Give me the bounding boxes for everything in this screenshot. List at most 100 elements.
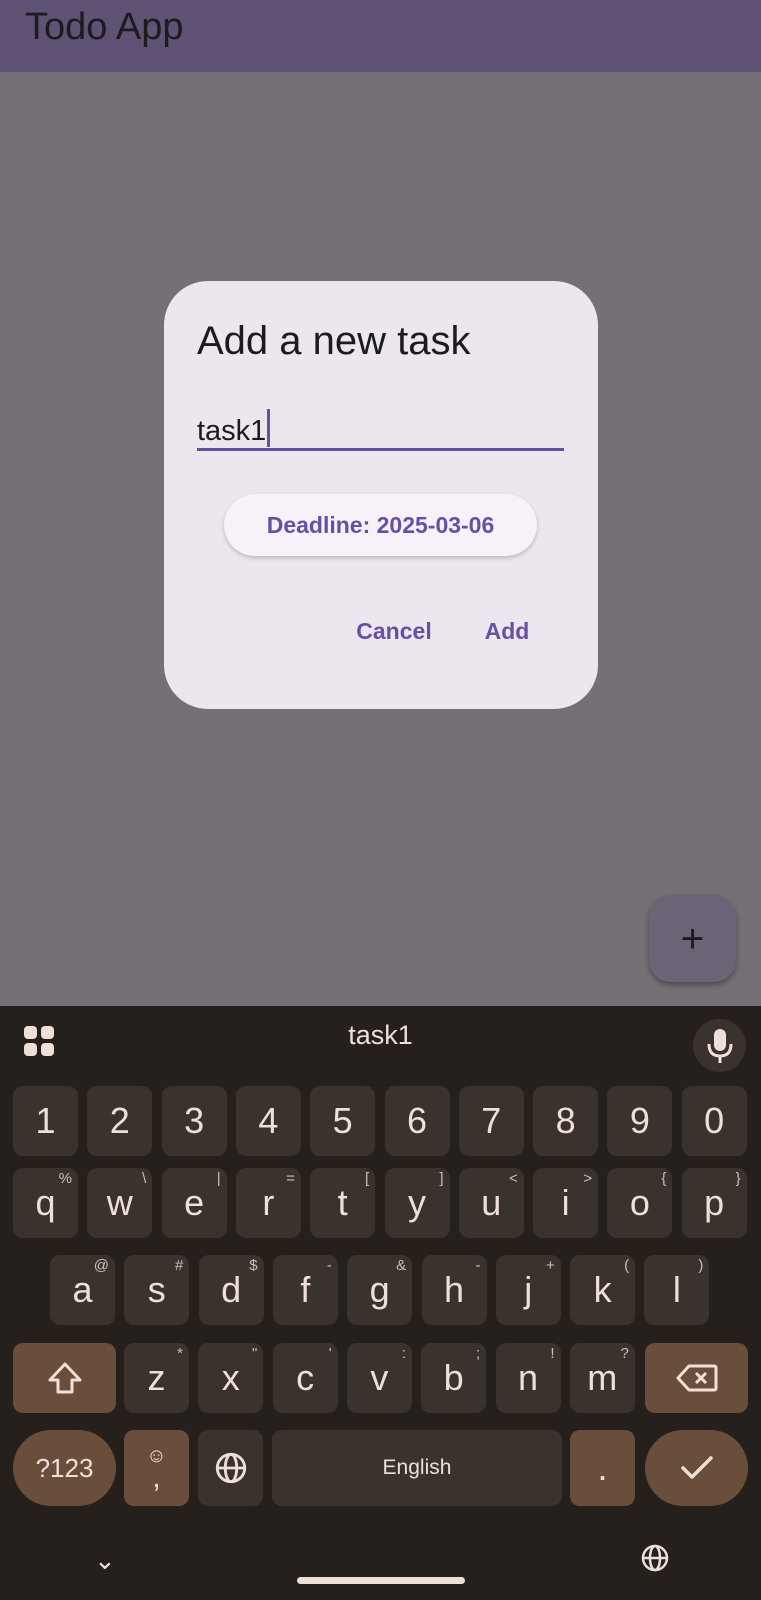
key-b-hint: ; — [476, 1345, 481, 1362]
key-r[interactable]: r = — [235, 1168, 301, 1238]
task-name-input[interactable]: task1 — [197, 401, 564, 451]
suggestion-chip[interactable]: task1 — [0, 1020, 761, 1051]
key-p-label: p — [704, 1182, 725, 1223]
key-l-label: l — [672, 1269, 681, 1310]
comma-key-label: , — [152, 1461, 161, 1494]
key-g-hint: & — [396, 1257, 407, 1274]
key-m[interactable]: m? — [569, 1343, 635, 1413]
key-4-label: 4 — [258, 1100, 279, 1141]
key-l-hint: ) — [698, 1257, 704, 1274]
key-r-hint: = — [286, 1170, 295, 1187]
key-c[interactable]: c ' — [272, 1343, 338, 1413]
key-z[interactable]: z * — [124, 1343, 189, 1413]
key-w[interactable]: w \ — [87, 1168, 153, 1238]
key-1[interactable]: 1 — [13, 1086, 78, 1156]
add-button[interactable]: Add — [472, 606, 542, 656]
deadline-button[interactable]: Deadline: 2025-03-06 — [224, 494, 537, 556]
language-globe-icon[interactable] — [641, 1544, 669, 1577]
key-h-label: h — [443, 1269, 465, 1310]
key-u-label: u — [481, 1182, 502, 1223]
key-s-label: s — [147, 1269, 166, 1310]
key-5[interactable]: 5 — [310, 1086, 376, 1156]
key-q[interactable]: q% — [13, 1168, 78, 1238]
comma-key[interactable]: ☺, — [124, 1430, 189, 1506]
key-v[interactable]: v: — [346, 1343, 412, 1413]
key-l[interactable]: l) — [644, 1255, 710, 1325]
key-3[interactable]: 3 — [161, 1086, 227, 1156]
key-z-hint: * — [177, 1345, 183, 1362]
key-4[interactable]: 4 — [235, 1086, 301, 1156]
key-m-label: m — [587, 1357, 618, 1398]
key-f-hint: - — [326, 1257, 332, 1274]
cancel-button[interactable]: Cancel — [344, 606, 444, 656]
key-2[interactable]: 2 — [87, 1086, 153, 1156]
key-p[interactable]: p} — [681, 1168, 747, 1238]
globe-icon — [215, 1452, 246, 1484]
key-z-label: z — [147, 1357, 166, 1398]
shift-key[interactable] — [13, 1343, 116, 1413]
key-9-label: 9 — [629, 1100, 650, 1141]
key-d[interactable]: d $ — [198, 1255, 264, 1325]
key-s[interactable]: s # — [124, 1255, 190, 1325]
home-gesture-bar[interactable] — [297, 1577, 465, 1584]
key-g[interactable]: g & — [347, 1255, 413, 1325]
key-i-label: i — [561, 1182, 570, 1223]
period-key[interactable]: . — [570, 1430, 635, 1506]
key-u[interactable]: u < — [458, 1168, 524, 1238]
hide-keyboard-chevron-icon[interactable]: ⌄ — [94, 1545, 116, 1576]
key-7-label: 7 — [481, 1100, 502, 1141]
key-x-hint: " — [251, 1345, 258, 1362]
key-v-hint: : — [401, 1345, 406, 1362]
checkmark-icon — [680, 1456, 713, 1479]
key-d-label: d — [221, 1269, 242, 1310]
key-8[interactable]: 8 — [533, 1086, 599, 1156]
key-y[interactable]: y] — [384, 1168, 450, 1238]
key-o-hint: { — [661, 1170, 667, 1187]
key-t[interactable]: t[ — [310, 1168, 376, 1238]
key-w-hint: \ — [142, 1170, 147, 1187]
key-i[interactable]: i > — [533, 1168, 599, 1238]
symbols-key-label: ?123 — [35, 1452, 94, 1483]
key-6-label: 6 — [406, 1100, 428, 1141]
key-7[interactable]: 7 — [458, 1086, 524, 1156]
symbols-key[interactable]: ?123 — [13, 1430, 116, 1506]
key-d-hint: $ — [249, 1257, 258, 1274]
key-8-label: 8 — [555, 1100, 576, 1141]
key-2-label: 2 — [109, 1100, 130, 1141]
key-h[interactable]: h- — [421, 1255, 487, 1325]
key-0[interactable]: 0 — [681, 1086, 747, 1156]
key-b[interactable]: b; — [421, 1343, 487, 1413]
enter-key[interactable] — [645, 1430, 748, 1506]
keyboard-toolbar: task1 — [0, 1006, 761, 1076]
language-key[interactable] — [198, 1430, 263, 1506]
key-j[interactable]: j + — [495, 1255, 561, 1325]
key-5-label: 5 — [332, 1100, 353, 1141]
text-cursor — [267, 409, 271, 447]
space-key-label: English — [382, 1456, 452, 1479]
key-x[interactable]: x " — [198, 1343, 264, 1413]
plus-icon: + — [680, 916, 705, 961]
key-u-hint: < — [509, 1170, 518, 1187]
key-9[interactable]: 9 — [607, 1086, 673, 1156]
key-a[interactable]: a @ — [50, 1255, 115, 1325]
soft-keyboard: task1 1 2 3 4 5 6 7 8 9 0 q% w \ e | r = t[y] u < i > o{p} a @ s #… — [0, 1006, 761, 1600]
key-c-label: c — [296, 1357, 315, 1398]
key-j-label: j — [524, 1269, 533, 1310]
task-name-value: task1 — [197, 415, 267, 447]
add-task-fab[interactable]: + — [649, 895, 736, 982]
key-m-hint: ? — [620, 1345, 629, 1362]
key-6[interactable]: 6 — [384, 1086, 450, 1156]
key-3-label: 3 — [184, 1100, 205, 1141]
key-n[interactable]: n! — [495, 1343, 561, 1413]
space-key[interactable]: English — [272, 1430, 562, 1506]
key-f[interactable]: f- — [272, 1255, 338, 1325]
backspace-icon — [676, 1364, 717, 1392]
key-g-label: g — [369, 1269, 390, 1310]
microphone-icon[interactable] — [693, 1019, 746, 1072]
key-e[interactable]: e | — [161, 1168, 227, 1238]
key-k[interactable]: k( — [570, 1255, 636, 1325]
key-o[interactable]: o{ — [607, 1168, 673, 1238]
key-a-hint: @ — [93, 1257, 109, 1274]
backspace-key[interactable] — [645, 1343, 748, 1413]
key-1-label: 1 — [35, 1100, 56, 1141]
